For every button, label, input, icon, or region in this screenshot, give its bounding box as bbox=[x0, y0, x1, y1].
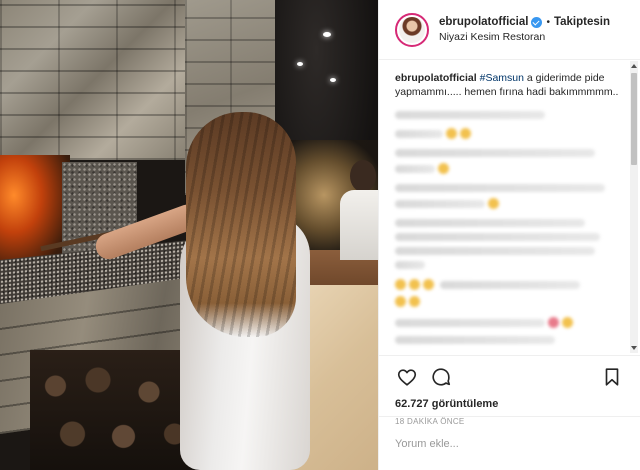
blurred-emoji-icon bbox=[548, 317, 559, 328]
scroll-down-arrow-icon[interactable] bbox=[631, 346, 637, 350]
post-caption: ebrupolatofficial #Samsun a giderimde pi… bbox=[395, 71, 628, 99]
add-comment-section bbox=[379, 416, 640, 470]
scrollbar-thumb[interactable] bbox=[631, 73, 637, 165]
blurred-comment-text bbox=[395, 164, 435, 173]
like-button[interactable] bbox=[395, 365, 419, 389]
woman-hair bbox=[186, 112, 296, 337]
ceiling-light bbox=[330, 78, 336, 82]
blurred-comment bbox=[395, 184, 605, 192]
blurred-emoji-icon bbox=[438, 163, 449, 174]
comments-list[interactable]: ebrupolatofficial #Samsun a giderimde pi… bbox=[379, 61, 628, 353]
avatar[interactable] bbox=[395, 12, 429, 47]
location-link[interactable]: Niyazi Kesim Restoran bbox=[439, 31, 610, 43]
blurred-emoji-icon bbox=[395, 279, 406, 290]
hashtag-link[interactable]: #Samsun bbox=[480, 72, 524, 84]
blurred-comment bbox=[395, 149, 595, 157]
view-count[interactable]: 62.727 görüntüleme bbox=[395, 398, 624, 410]
blurred-emoji-icon bbox=[395, 296, 406, 307]
blurred-comment bbox=[395, 296, 628, 307]
view-count-number: 62.727 bbox=[395, 398, 429, 410]
save-button[interactable] bbox=[600, 365, 624, 389]
comments-scrollbar[interactable] bbox=[630, 61, 638, 353]
following-status-button[interactable]: Takiptesin bbox=[554, 16, 610, 28]
scroll-up-arrow-icon[interactable] bbox=[631, 64, 637, 68]
caption-username-link[interactable]: ebrupolatofficial bbox=[395, 72, 477, 84]
blurred-comment-text bbox=[395, 199, 485, 208]
comment-button[interactable] bbox=[429, 365, 453, 389]
blurred-comment bbox=[395, 279, 628, 290]
blurred-comment bbox=[395, 261, 425, 269]
blurred-comment bbox=[395, 128, 628, 139]
header-line: ebrupolatofficial • Takiptesin bbox=[439, 16, 610, 28]
blurred-emoji-icon bbox=[409, 296, 420, 307]
speech-bubble-icon bbox=[432, 368, 451, 386]
instagram-post-view: ebrupolatofficial • Takiptesin Niyazi Ke… bbox=[0, 0, 640, 470]
blurred-emoji-icon bbox=[488, 198, 499, 209]
ceiling-light bbox=[297, 62, 303, 66]
blurred-comment bbox=[395, 336, 555, 344]
username-link[interactable]: ebrupolatofficial bbox=[439, 16, 528, 28]
verified-badge-icon bbox=[531, 16, 543, 28]
blurred-comment bbox=[395, 198, 628, 209]
post-video[interactable] bbox=[0, 0, 378, 470]
ceiling-light bbox=[323, 32, 331, 37]
worker-head bbox=[350, 160, 376, 192]
heart-outline-icon bbox=[397, 369, 417, 386]
action-icon-row bbox=[395, 364, 624, 390]
blurred-emoji-icon bbox=[446, 128, 457, 139]
blurred-emoji-icon bbox=[562, 317, 573, 328]
blurred-load-more bbox=[395, 111, 545, 119]
post-side-panel: ebrupolatofficial • Takiptesin Niyazi Ke… bbox=[378, 0, 640, 470]
blurred-comment-text bbox=[440, 280, 580, 289]
view-count-label: görüntüleme bbox=[431, 398, 499, 410]
bookmark-icon bbox=[605, 368, 619, 386]
avatar-image bbox=[399, 16, 425, 43]
blurred-emoji-icon bbox=[460, 128, 471, 139]
blurred-comment bbox=[395, 317, 628, 328]
separator-dot: • bbox=[546, 16, 550, 28]
blurred-comment bbox=[395, 233, 600, 241]
firewood-stack bbox=[30, 350, 200, 470]
header-text: ebrupolatofficial • Takiptesin Niyazi Ke… bbox=[439, 16, 610, 43]
comment-input[interactable] bbox=[395, 437, 624, 450]
worker bbox=[340, 190, 378, 260]
post-header: ebrupolatofficial • Takiptesin Niyazi Ke… bbox=[379, 0, 640, 60]
blurred-comment bbox=[395, 219, 585, 227]
blurred-comment-text bbox=[395, 129, 443, 138]
blurred-comment bbox=[395, 163, 628, 174]
blurred-emoji-icon bbox=[423, 279, 434, 290]
blurred-comment-text bbox=[395, 318, 545, 327]
blurred-comment bbox=[395, 247, 595, 255]
blurred-emoji-icon bbox=[409, 279, 420, 290]
